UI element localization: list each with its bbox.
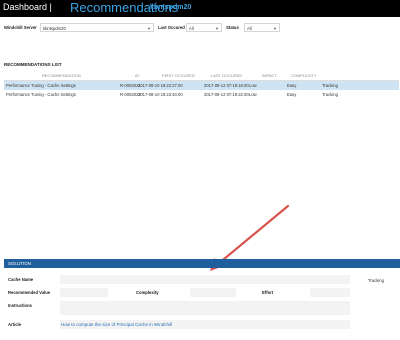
solution-status-value: Tracking <box>368 278 384 283</box>
instructions-label: Instructions <box>8 303 32 308</box>
article-link[interactable]: How to compute the size of Principal Cac… <box>61 322 172 327</box>
cache-name-label: Cache Name <box>8 277 34 282</box>
cache-name-field <box>60 275 350 284</box>
effort-field <box>310 288 350 297</box>
complexity-label: Complexity <box>136 290 159 295</box>
complexity-field <box>190 288 236 297</box>
solution-panel: Cache Name Tracking Recommended Value Co… <box>0 268 400 340</box>
solution-header: SOLUTION <box>4 259 400 268</box>
solution-title: SOLUTION <box>8 261 32 266</box>
recommended-value-field <box>60 288 108 297</box>
effort-label: Effort <box>262 290 274 295</box>
annotation-arrow-shaft <box>216 204 290 266</box>
article-label: Article <box>8 322 22 327</box>
instructions-field <box>60 301 350 315</box>
recommended-value-label: Recommended Value <box>8 290 51 295</box>
